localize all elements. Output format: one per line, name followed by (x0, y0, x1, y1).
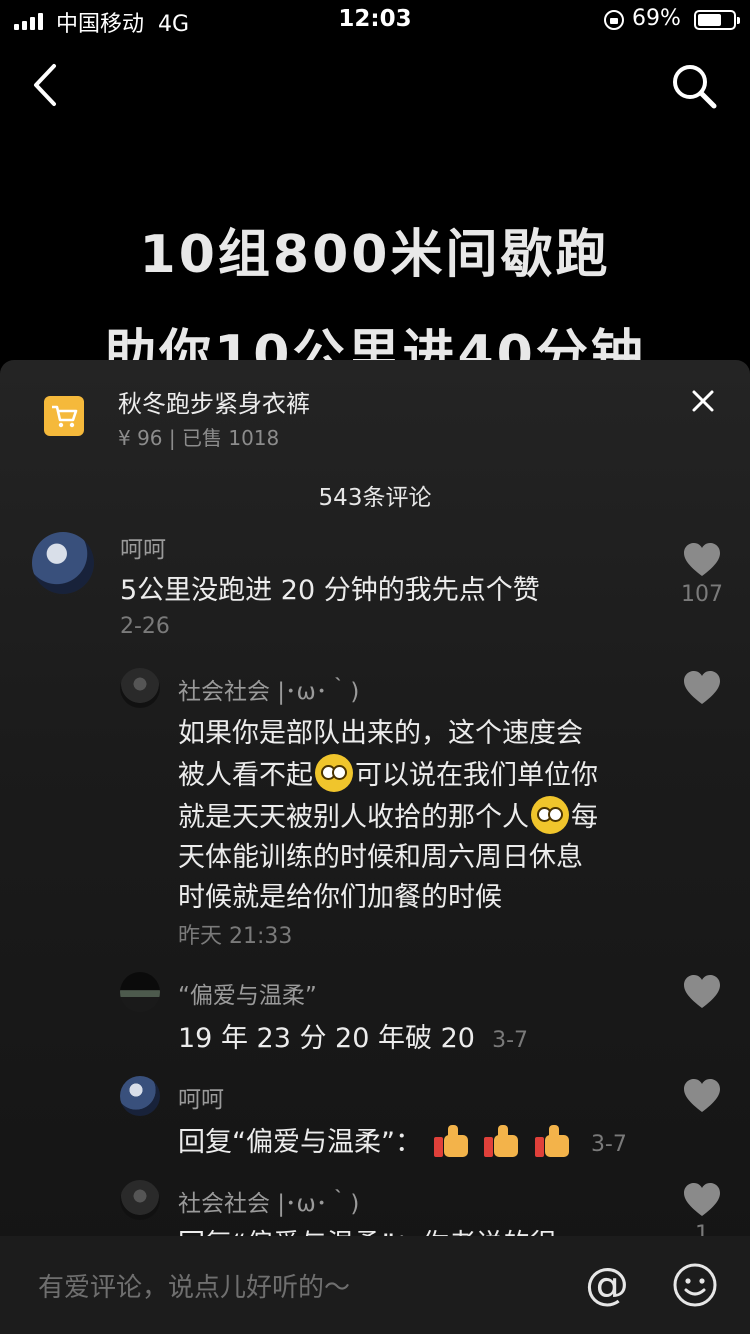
comment-author[interactable]: 社会社会 |･ω･｀) (178, 672, 359, 706)
emoji-icon (531, 796, 569, 834)
comment-text: 如果你是部队出来的，这个速度会 被人看不起 可以说在我们单位你 就是天天被别人收拾… (178, 718, 598, 913)
comment-author[interactable]: 社会社会 |･ω･｀) (178, 1184, 359, 1218)
comment-author[interactable]: 呵呵 (120, 530, 166, 564)
product-price-sales: ¥ 96 | 已售 1018 (118, 426, 280, 450)
status-bar: 中国移动 4G 12:03 69% (0, 0, 750, 40)
avatar[interactable] (120, 668, 160, 708)
thumbs-up-icon (484, 1125, 520, 1157)
comment-date: 2-26 (120, 614, 170, 639)
comment-count: 543条评论 (318, 485, 432, 511)
product-title[interactable]: 秋冬跑步紧身衣裤 (118, 384, 310, 419)
battery-percentage: 69% (632, 6, 681, 31)
chevron-left-icon (34, 64, 56, 106)
search-icon (673, 65, 717, 109)
avatar[interactable] (120, 972, 160, 1012)
battery-icon (694, 10, 740, 30)
video-title-line1: 10组800米间歇跑 (139, 225, 611, 285)
comment-author[interactable]: “偏爱与温柔” (178, 976, 317, 1010)
heart-icon[interactable] (682, 542, 722, 578)
emoji-icon (315, 754, 353, 792)
heart-icon[interactable] (682, 670, 722, 706)
avatar[interactable] (120, 1076, 160, 1116)
search-button[interactable] (668, 60, 720, 112)
heart-icon[interactable] (682, 974, 722, 1010)
like-count: 107 (681, 582, 723, 607)
orientation-lock-icon (604, 10, 624, 30)
close-button[interactable] (686, 384, 720, 418)
back-button[interactable] (28, 60, 68, 110)
avatar[interactable] (120, 1180, 160, 1220)
shopping-cart-icon[interactable] (44, 396, 84, 436)
comment-panel: 秋冬跑步紧身衣裤 ¥ 96 | 已售 1018 543条评论 呵呵 5公里没跑进… (0, 360, 750, 1334)
comment-text: 19 年 23 分 20 年破 20 3-7 (178, 1023, 529, 1054)
comment-input-bar: 有爱评论，说点儿好听的～ @ (0, 1236, 750, 1334)
close-icon (692, 390, 714, 412)
comment-text: 回复“偏爱与温柔”： 3-7 (178, 1125, 627, 1158)
smiley-icon[interactable] (672, 1262, 718, 1308)
thumbs-up-icon (534, 1125, 571, 1157)
mention-button[interactable]: @ (582, 1260, 632, 1310)
comment-text: 5公里没跑进 20 分钟的我先点个赞 (120, 575, 540, 606)
heart-icon[interactable] (682, 1078, 722, 1114)
comment-date: 昨天 21:33 (178, 924, 293, 949)
comment-input[interactable]: 有爱评论，说点儿好听的～ (38, 1267, 350, 1304)
heart-icon[interactable] (682, 1182, 722, 1218)
thumbs-up-icon (433, 1125, 470, 1157)
comment-date: 3-7 (492, 1028, 529, 1053)
comment-date: 3-7 (590, 1132, 627, 1157)
avatar[interactable] (32, 532, 94, 594)
comment-author[interactable]: 呵呵 (178, 1080, 224, 1114)
